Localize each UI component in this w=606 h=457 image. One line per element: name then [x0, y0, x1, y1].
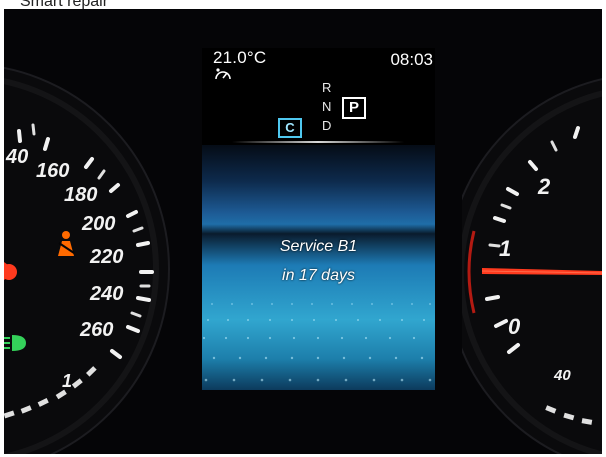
speedo-label-220: 220: [90, 246, 124, 268]
display-divider: [232, 141, 404, 143]
speedo-label-240: 240: [90, 283, 124, 305]
tacho-label-1: 1: [499, 236, 512, 261]
display-lower-panel: [202, 234, 435, 390]
tacho-label-2: 2: [538, 174, 551, 199]
service-message-line1: Service B1: [279, 238, 358, 255]
tachometer: [462, 78, 602, 454]
gear-indicator-n: N: [322, 99, 332, 114]
tacho-label-40: 40: [554, 367, 571, 384]
drive-mode-badge: C: [278, 118, 302, 138]
status-bar: 21.0°C 08:03 R N D P C: [202, 48, 435, 143]
speedo-label-40: 40: [6, 146, 29, 168]
headlight-icon: [4, 335, 26, 351]
gear-indicator-d: D: [322, 118, 332, 133]
eco-gauge-icon: [215, 68, 231, 80]
display-upper-panel: [202, 145, 435, 235]
gear-selected-p: P: [342, 97, 366, 119]
service-message-line2: in 17 days: [282, 267, 355, 284]
dot-grid-pattern: [202, 303, 432, 382]
speedo-label-160: 160: [36, 160, 70, 182]
speedo-label-180: 180: [64, 184, 98, 206]
clock: 08:03: [390, 50, 433, 69]
instrument-cluster: 40 160 180 200 220 240 260 1 2 1 0 40 21…: [4, 9, 602, 454]
central-display: 21.0°C 08:03 R N D P C Service B1 in 17 …: [202, 48, 435, 390]
gear-indicator-r: R: [322, 80, 332, 95]
speedo-label-1: 1: [62, 371, 73, 391]
speedo-label-200: 200: [82, 213, 116, 235]
speedo-label-260: 260: [80, 319, 114, 341]
outside-temperature: 21.0°C: [213, 48, 267, 67]
tacho-label-0: 0: [508, 314, 521, 339]
